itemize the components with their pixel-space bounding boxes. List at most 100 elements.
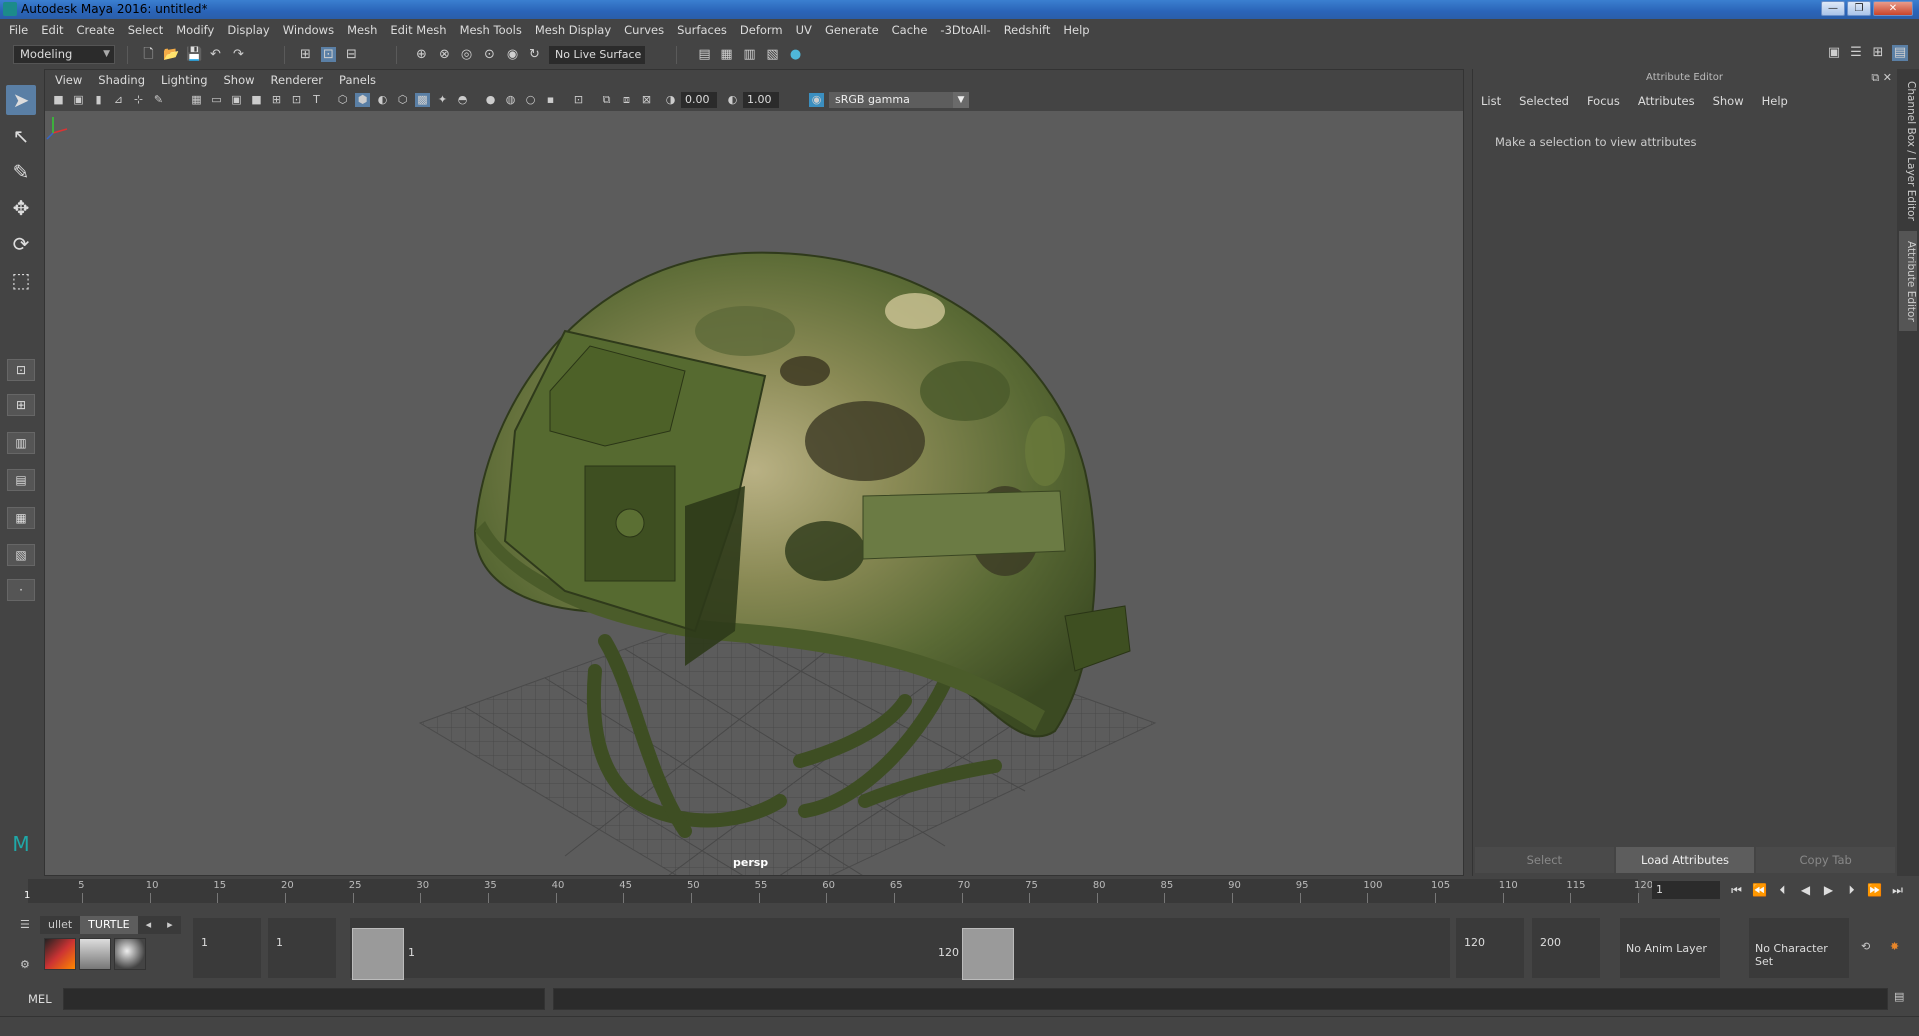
menu-deform[interactable]: Deform — [740, 23, 792, 37]
ae-menu-help[interactable]: Help — [1762, 94, 1788, 108]
step-forward-frame-icon[interactable]: ⏵ — [1843, 882, 1860, 899]
gamma-icon[interactable]: ◐ — [725, 93, 740, 107]
motion-blur-icon[interactable]: ◍ — [503, 93, 518, 107]
gamma-field[interactable]: 1.00 — [743, 92, 779, 108]
menu-mesh-display[interactable]: Mesh Display — [535, 23, 620, 37]
depth-of-field-icon[interactable]: ▪ — [543, 93, 558, 107]
menu-modify[interactable]: Modify — [176, 23, 223, 37]
wireframe-icon[interactable]: ⬡ — [335, 93, 350, 107]
menu-mesh[interactable]: Mesh — [347, 23, 386, 37]
channel-box-toggle-icon[interactable]: ▤ — [1892, 45, 1908, 61]
menu-windows[interactable]: Windows — [283, 23, 343, 37]
shelf-scroll-right-icon[interactable]: ▸ — [159, 916, 181, 934]
modeling-toolkit-icon[interactable]: ▣ — [1826, 45, 1842, 61]
turtle-bake-icon[interactable] — [79, 938, 111, 970]
menu-surfaces[interactable]: Surfaces — [677, 23, 736, 37]
select-component-icon[interactable]: ⊟ — [344, 47, 359, 62]
shelf-scroll-left-icon[interactable]: ◂ — [137, 916, 160, 934]
step-forward-key-icon[interactable]: ⏩ — [1866, 882, 1883, 899]
anti-aliasing-icon[interactable]: ○ — [523, 93, 538, 107]
tool-settings-icon[interactable]: ⊞ — [1870, 45, 1886, 61]
menu-edit[interactable]: Edit — [41, 23, 72, 37]
menu-redshift[interactable]: Redshift — [1004, 23, 1060, 37]
play-backwards-icon[interactable]: ◀ — [1797, 882, 1814, 899]
animation-preferences-icon[interactable]: ✸ — [1890, 940, 1899, 953]
snap-view-plane-icon[interactable]: ⊙ — [482, 47, 497, 62]
select-object-icon[interactable]: ⊡ — [321, 47, 336, 62]
menu-help[interactable]: Help — [1063, 23, 1098, 37]
panel-menu-lighting[interactable]: Lighting — [161, 73, 207, 87]
go-to-start-icon[interactable]: ⏮ — [1728, 882, 1745, 899]
single-perspective-layout-icon[interactable]: ⊡ — [7, 359, 35, 381]
panel-menu-renderer[interactable]: Renderer — [271, 73, 324, 87]
menu-mesh-tools[interactable]: Mesh Tools — [460, 23, 531, 37]
menu-display[interactable]: Display — [227, 23, 278, 37]
smooth-shade-icon[interactable]: ⬢ — [355, 93, 370, 107]
tab-channel-box[interactable]: Channel Box / Layer Editor — [1899, 81, 1917, 221]
rotate-tool-icon[interactable]: ⟳ — [6, 229, 36, 259]
menu-set-dropdown[interactable]: Modeling ▼ — [13, 45, 115, 64]
ae-menu-attributes[interactable]: Attributes — [1638, 94, 1695, 108]
snap-rotate-icon[interactable]: ↻ — [527, 47, 542, 62]
camera-attributes-icon[interactable]: ▣ — [71, 93, 86, 107]
current-frame-field[interactable]: 1 — [1652, 881, 1720, 899]
hypershade-layout-icon[interactable]: ▧ — [7, 544, 35, 566]
persp-outliner-layout-icon[interactable]: ▥ — [7, 432, 35, 454]
shelf-tab-bullet[interactable]: ullet — [40, 916, 81, 934]
animation-start-field[interactable]: 1 — [193, 918, 261, 978]
2d-pan-zoom-icon[interactable]: ⊹ — [131, 93, 146, 107]
ae-menu-list[interactable]: List — [1481, 94, 1501, 108]
menu-uv[interactable]: UV — [796, 23, 821, 37]
menu-3dtoall[interactable]: -3DtoAll- — [940, 23, 999, 37]
paint-select-tool-icon[interactable]: ✎ — [6, 157, 36, 187]
render-frame-icon[interactable]: ▦ — [719, 47, 734, 62]
anim-layer-dropdown[interactable]: No Anim Layer — [1620, 918, 1720, 978]
time-slider-track[interactable]: 5 10 15 20 25 30 35 40 45 50 55 60 65 70 75 80 85 90 95 100… — [28, 879, 1653, 903]
panel-menu-show[interactable]: Show — [224, 73, 255, 87]
panel-menu-shading[interactable]: Shading — [98, 73, 145, 87]
character-set-dropdown[interactable]: No Character Set — [1749, 918, 1849, 978]
xray-components-icon[interactable]: ⊠ — [639, 93, 654, 107]
range-start-handle[interactable] — [352, 928, 404, 980]
new-scene-icon[interactable]: 🗋 — [141, 47, 156, 62]
image-plane-icon[interactable]: ⊿ — [111, 93, 126, 107]
xray-icon[interactable]: ⧉ — [599, 93, 614, 107]
menu-cache[interactable]: Cache — [892, 23, 937, 37]
select-hierarchy-icon[interactable]: ⊞ — [298, 47, 313, 62]
bookmark-icon[interactable]: ▮ — [91, 93, 106, 107]
camera-select-icon[interactable]: ■ — [51, 93, 66, 107]
custom-layout-icon[interactable]: · — [7, 579, 35, 601]
playback-range-slider[interactable]: 1 120 — [350, 918, 1450, 980]
select-tool-icon[interactable]: ➤ — [6, 85, 36, 115]
xray-joints-icon[interactable]: ⧈ — [619, 93, 634, 107]
film-gate-icon[interactable]: ▭ — [209, 93, 224, 107]
exposure-icon[interactable]: ◑ — [663, 93, 678, 107]
wireframe-on-shaded-icon[interactable]: ⬡ — [395, 93, 410, 107]
gate-mask-icon[interactable]: ■ — [249, 93, 264, 107]
script-language-toggle[interactable]: MEL — [28, 992, 52, 1006]
minimize-button[interactable]: — — [1821, 1, 1845, 16]
persp-graph-layout-icon[interactable]: ▤ — [7, 469, 35, 491]
scale-tool-icon[interactable]: ⬚ — [6, 265, 36, 295]
outliner-persp-layout-icon[interactable]: ▦ — [7, 507, 35, 529]
menu-create[interactable]: Create — [77, 23, 124, 37]
safe-title-icon[interactable]: T — [309, 93, 324, 107]
turtle-sphere-icon[interactable] — [114, 938, 146, 970]
textured-icon[interactable]: ▩ — [415, 93, 430, 107]
panel-menu-panels[interactable]: Panels — [339, 73, 376, 87]
menu-file[interactable]: File — [9, 23, 37, 37]
copy-tab-button[interactable]: Copy Tab — [1756, 847, 1896, 873]
snap-curve-icon[interactable]: ⊗ — [437, 47, 452, 62]
ae-menu-show[interactable]: Show — [1713, 94, 1744, 108]
use-all-lights-icon[interactable]: ✦ — [435, 93, 450, 107]
panel-menu-view[interactable]: View — [55, 73, 82, 87]
save-scene-icon[interactable]: 💾 — [186, 47, 202, 62]
live-surface-field[interactable]: No Live Surface — [549, 46, 645, 64]
open-scene-icon[interactable]: 📂 — [163, 47, 179, 62]
playback-end-field[interactable]: 120 — [1456, 918, 1524, 978]
use-default-material-icon[interactable]: ◐ — [375, 93, 390, 107]
ipr-render-icon[interactable]: ▥ — [742, 47, 757, 62]
go-to-end-icon[interactable]: ⏭ — [1889, 882, 1906, 899]
render-settings-icon[interactable]: ▤ — [697, 47, 712, 62]
exposure-field[interactable]: 0.00 — [681, 92, 717, 108]
